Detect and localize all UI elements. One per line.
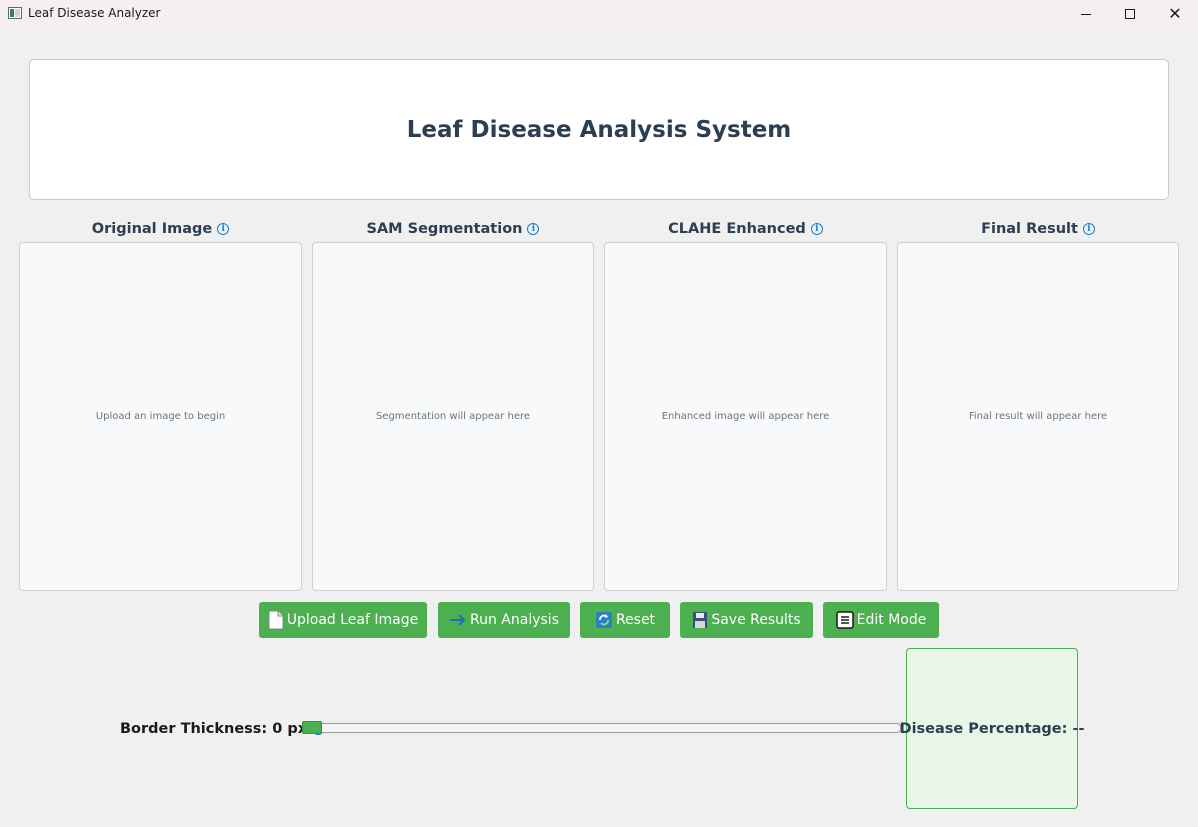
close-button[interactable]: ✕ [1152, 0, 1198, 28]
panel-placeholder: Final result will appear here [968, 411, 1108, 422]
info-icon[interactable]: i [527, 223, 540, 235]
slider-handle[interactable] [302, 721, 322, 734]
panel-title-label: SAM Segmentation [366, 221, 523, 237]
page-title: Leaf Disease Analysis System [406, 116, 792, 143]
close-icon: ✕ [1168, 4, 1182, 23]
button-label: Upload Leaf Image [286, 612, 419, 628]
border-thickness-slider[interactable] [302, 723, 901, 733]
arrow-right-icon [449, 613, 467, 627]
edit-mode-button[interactable]: Edit Mode [823, 602, 939, 638]
panel-title-label: Final Result [981, 221, 1078, 237]
border-thickness-text: Border Thickness: 0 px [120, 721, 308, 737]
original-image-panel: Upload an image to begin [19, 242, 302, 591]
maximize-button[interactable] [1107, 0, 1153, 28]
notepad-icon [835, 611, 854, 629]
save-results-button[interactable]: Save Results [680, 602, 813, 638]
button-label: Save Results [711, 612, 801, 628]
header-panel: Leaf Disease Analysis System [29, 59, 1169, 200]
button-label: Reset [615, 612, 656, 628]
final-result-panel: Final result will appear here [897, 242, 1179, 591]
panel-title-original: Original Image i [19, 219, 302, 239]
segmentation-panel: Segmentation will appear here [312, 242, 594, 591]
panel-title-segmentation: SAM Segmentation i [312, 219, 594, 239]
refresh-icon [595, 611, 613, 629]
run-analysis-button[interactable]: Run Analysis [438, 602, 570, 638]
window-titlebar: Leaf Disease Analyzer ✕ [0, 0, 1198, 28]
panel-placeholder: Segmentation will appear here [375, 411, 531, 422]
upload-leaf-image-button[interactable]: Upload Leaf Image [259, 602, 427, 638]
border-thickness-label: Border Thickness: 0 px i [120, 719, 325, 739]
info-icon[interactable]: i [810, 223, 823, 235]
app-icon [8, 7, 22, 19]
info-icon[interactable]: i [1082, 223, 1095, 235]
document-icon [268, 610, 284, 630]
button-label: Edit Mode [856, 612, 927, 628]
info-icon[interactable]: i [217, 223, 230, 235]
disease-percentage-text: Disease Percentage: -- [899, 720, 1085, 737]
maximize-icon [1125, 9, 1135, 19]
panel-placeholder: Upload an image to begin [95, 411, 226, 422]
window-title: Leaf Disease Analyzer [28, 6, 161, 20]
panel-title-enhanced: CLAHE Enhanced i [604, 219, 887, 239]
enhanced-image-panel: Enhanced image will appear here [604, 242, 887, 591]
panel-title-final: Final Result i [897, 219, 1179, 239]
reset-button[interactable]: Reset [580, 602, 670, 638]
panel-placeholder: Enhanced image will appear here [661, 411, 830, 422]
panel-title-label: Original Image [91, 221, 213, 237]
floppy-disk-icon [692, 611, 708, 629]
minimize-icon [1081, 13, 1091, 15]
disease-percentage-box: Disease Percentage: -- [900, 648, 1084, 809]
minimize-button[interactable] [1063, 0, 1109, 28]
panel-title-label: CLAHE Enhanced [668, 221, 806, 237]
button-label: Run Analysis [470, 612, 559, 628]
